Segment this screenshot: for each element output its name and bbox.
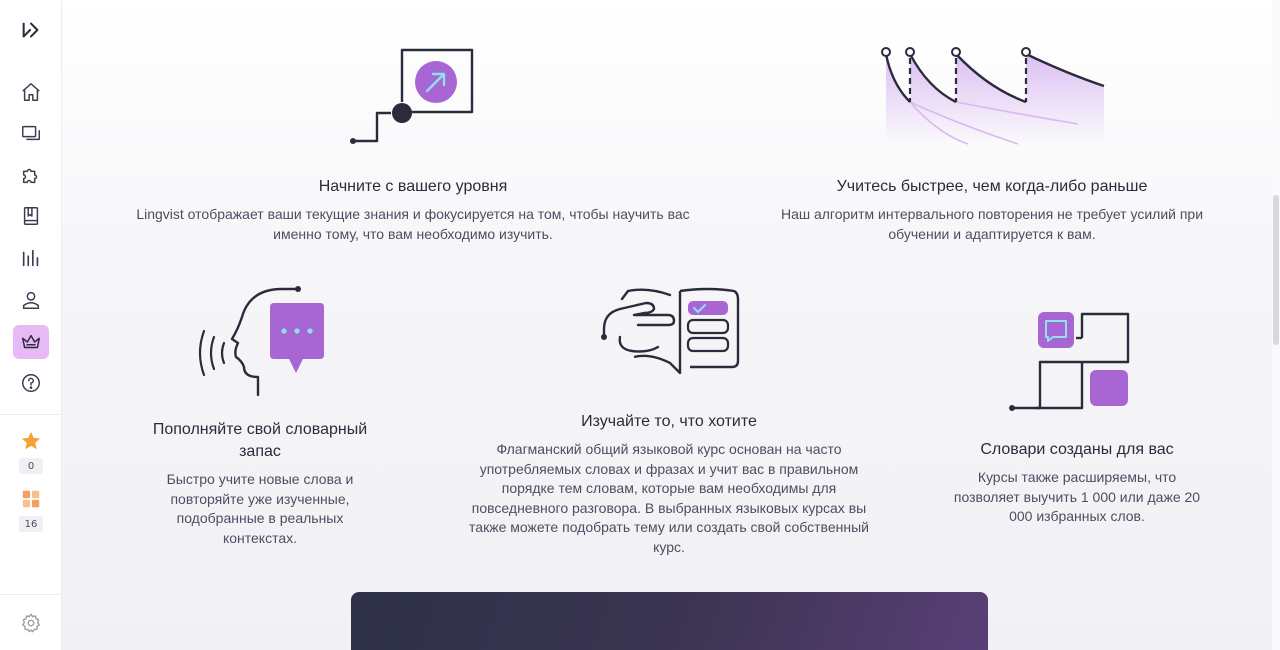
feature-title: Учитесь быстрее, чем когда-либо раньше [836, 178, 1148, 195]
sidebar: 0 16 [0, 0, 62, 650]
feature-text: Флагманский общий языковой курс основан … [469, 441, 869, 555]
lingvist-logo-icon[interactable] [13, 13, 49, 47]
sidebar-item-stats[interactable] [13, 241, 49, 275]
words-count-badge: 16 [19, 516, 43, 532]
sidebar-item-cards[interactable] [13, 116, 49, 150]
home-icon [22, 83, 40, 101]
gear-icon [22, 613, 40, 633]
spaced-repetition-illustration [881, 47, 1105, 145]
promo-banner [351, 592, 988, 650]
streak-star-icon[interactable] [13, 424, 49, 458]
feature-text: Lingvist отображает ваши текущие знания … [136, 206, 690, 242]
puzzle-icon [22, 168, 38, 184]
feature-learn-what-you-want: Изучайте то, что хотите Флагманский общи… [464, 411, 874, 557]
sidebar-divider [0, 414, 62, 415]
level-illustration [350, 48, 474, 144]
sidebar-item-courses[interactable] [13, 199, 49, 233]
crown-icon [22, 334, 40, 349]
feature-dictionaries: Словари созданы для вас Курсы также расш… [947, 439, 1207, 527]
feature-title: Изучайте то, что хотите [581, 413, 757, 430]
feature-title: Пополняйте свой словарный запас [152, 421, 368, 460]
feature-vocabulary: Пополняйте свой словарный запас Быстро у… [140, 419, 380, 548]
book-hand-illustration [601, 287, 740, 375]
feature-faster: Учитесь быстрее, чем когда-либо раньше Н… [772, 176, 1212, 244]
scrollbar-thumb[interactable] [1273, 195, 1279, 345]
streak-count-badge: 0 [19, 458, 43, 474]
feature-text: Курсы также расширяемы, что позволяет вы… [953, 469, 1201, 524]
cards-icon [22, 125, 40, 141]
speaking-head-illustration [198, 286, 324, 397]
settings-button[interactable] [13, 606, 49, 640]
sidebar-divider-bottom [0, 594, 62, 595]
sidebar-item-profile[interactable] [13, 283, 49, 317]
sidebar-item-help[interactable] [13, 366, 49, 400]
words-squares-icon[interactable] [13, 482, 49, 516]
feature-level: Начните с вашего уровня Lingvist отображ… [120, 176, 706, 244]
sidebar-item-premium[interactable] [13, 325, 49, 359]
book-icon [23, 207, 39, 225]
feature-text: Наш алгоритм интервального повторения не… [780, 206, 1204, 242]
sidebar-item-home[interactable] [13, 75, 49, 109]
feature-text: Быстро учите новые слова и повторяйте уж… [166, 471, 354, 546]
user-icon [22, 291, 40, 309]
sidebar-item-challenges[interactable] [13, 158, 49, 192]
scrollbar[interactable] [1272, 0, 1280, 650]
dictionary-blocks-illustration [1009, 312, 1130, 411]
chart-icon [22, 249, 39, 267]
feature-title: Словари созданы для вас [980, 441, 1174, 458]
feature-title: Начните с вашего уровня [318, 178, 508, 195]
help-icon [22, 374, 40, 392]
